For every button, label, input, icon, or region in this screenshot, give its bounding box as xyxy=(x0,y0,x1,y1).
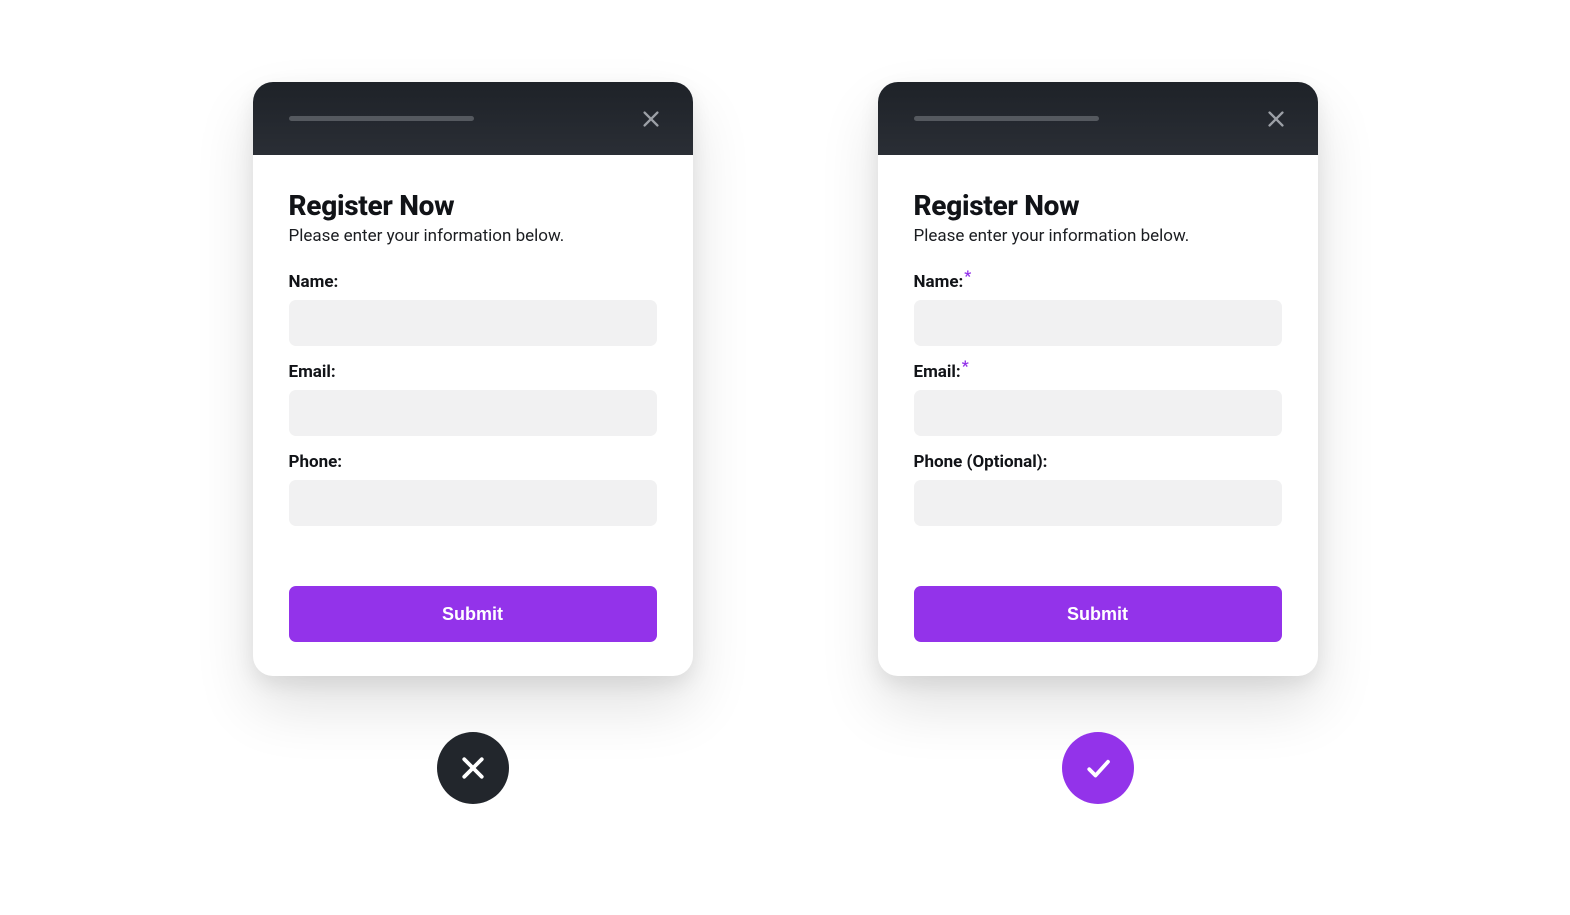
close-button[interactable] xyxy=(1262,105,1290,133)
example-good: Register Now Please enter your informati… xyxy=(878,82,1318,804)
email-label: Email: xyxy=(289,362,336,382)
x-icon xyxy=(458,753,488,783)
example-bad: Register Now Please enter your informati… xyxy=(253,82,693,804)
form-title: Register Now xyxy=(914,189,1282,222)
phone-input[interactable] xyxy=(289,480,657,526)
form-subtitle: Please enter your information below. xyxy=(914,226,1282,246)
name-input[interactable] xyxy=(914,300,1282,346)
verdict-badge-bad xyxy=(437,732,509,804)
required-marker: * xyxy=(964,267,971,285)
close-icon xyxy=(1265,108,1287,130)
close-icon xyxy=(640,108,662,130)
submit-button[interactable]: Submit xyxy=(289,586,657,642)
email-label: Email: xyxy=(914,362,961,382)
field-email: Email: xyxy=(289,362,657,436)
name-label: Name: xyxy=(289,272,339,292)
phone-input[interactable] xyxy=(914,480,1282,526)
name-input[interactable] xyxy=(289,300,657,346)
close-button[interactable] xyxy=(637,105,665,133)
register-form: Name:* Email:* Phone (Optional): Submit xyxy=(914,272,1282,642)
register-card-left: Register Now Please enter your informati… xyxy=(253,82,693,676)
card-body: Register Now Please enter your informati… xyxy=(878,155,1318,676)
phone-label: Phone (Optional): xyxy=(914,452,1048,472)
field-phone: Phone (Optional): xyxy=(914,452,1282,526)
card-header xyxy=(253,82,693,155)
name-label: Name: xyxy=(914,272,964,292)
field-name: Name: xyxy=(289,272,657,346)
required-marker: * xyxy=(962,357,969,375)
card-body: Register Now Please enter your informati… xyxy=(253,155,693,676)
register-card-right: Register Now Please enter your informati… xyxy=(878,82,1318,676)
field-phone: Phone: xyxy=(289,452,657,526)
register-form: Name: Email: Phone: Submit xyxy=(289,272,657,642)
form-subtitle: Please enter your information below. xyxy=(289,226,657,246)
field-email: Email:* xyxy=(914,362,1282,436)
form-title: Register Now xyxy=(289,189,657,222)
submit-button[interactable]: Submit xyxy=(914,586,1282,642)
email-input[interactable] xyxy=(289,390,657,436)
phone-label: Phone: xyxy=(289,452,343,472)
header-placeholder-line xyxy=(914,116,1099,121)
header-placeholder-line xyxy=(289,116,474,121)
card-header xyxy=(878,82,1318,155)
field-name: Name:* xyxy=(914,272,1282,346)
check-icon xyxy=(1083,753,1113,783)
verdict-badge-good xyxy=(1062,732,1134,804)
email-input[interactable] xyxy=(914,390,1282,436)
